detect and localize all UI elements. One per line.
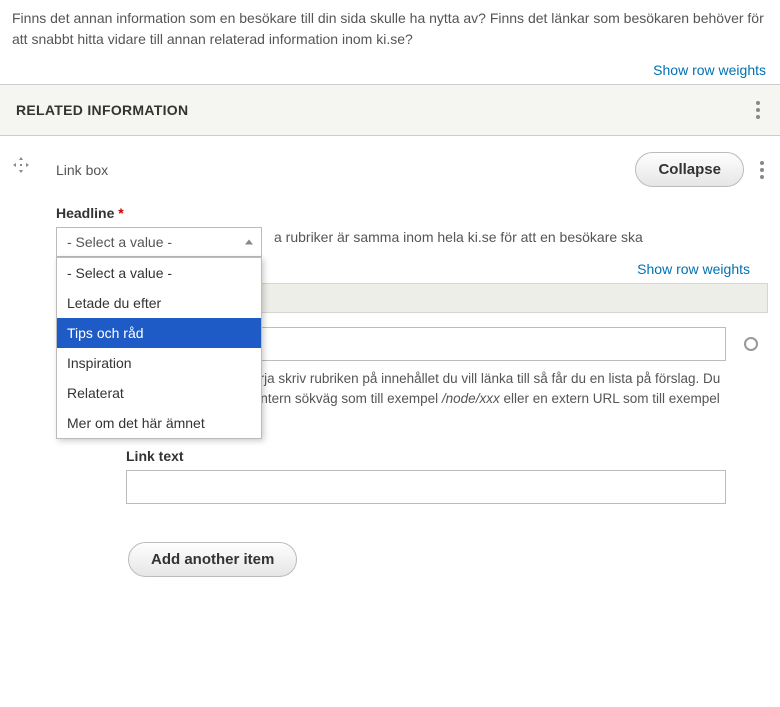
select-display[interactable]: - Select a value - bbox=[56, 227, 262, 257]
item-type-label: Link box bbox=[56, 162, 108, 178]
headline-option[interactable]: Inspiration bbox=[57, 348, 261, 378]
headline-select[interactable]: - Select a value - - Select a value -Let… bbox=[56, 227, 262, 257]
collapse-button[interactable]: Collapse bbox=[635, 152, 744, 187]
section-title: RELATED INFORMATION bbox=[16, 102, 188, 118]
show-row-weights-inner-link[interactable]: Show row weights bbox=[637, 261, 750, 277]
link-text-input[interactable] bbox=[126, 470, 726, 504]
section-menu-icon[interactable] bbox=[752, 97, 764, 123]
add-another-item-button[interactable]: Add another item bbox=[128, 542, 297, 577]
headline-dropdown: - Select a value -Letade du efterTips oc… bbox=[56, 257, 262, 439]
show-row-weights-link[interactable]: Show row weights bbox=[653, 62, 766, 78]
related-information-header: RELATED INFORMATION bbox=[0, 84, 780, 136]
intro-text: Finns det annan information som en besök… bbox=[0, 0, 780, 58]
headline-help-text: a rubriker är samma inom hela ki.se för … bbox=[262, 227, 768, 248]
link-text-label: Link text bbox=[126, 448, 768, 464]
headline-label: Headline * bbox=[56, 205, 768, 221]
headline-option[interactable]: Letade du efter bbox=[57, 288, 261, 318]
link-text-field-block: Link text bbox=[126, 448, 768, 504]
headline-option[interactable]: - Select a value - bbox=[57, 258, 261, 288]
link-box-item: Link box Collapse Headline * - Select a … bbox=[0, 136, 780, 597]
headline-option[interactable]: Relaterat bbox=[57, 378, 261, 408]
item-menu-icon[interactable] bbox=[756, 157, 768, 183]
headline-option[interactable]: Mer om det här ämnet bbox=[57, 408, 261, 438]
drag-handle-icon[interactable] bbox=[12, 152, 36, 597]
headline-option[interactable]: Tips och råd bbox=[57, 318, 261, 348]
